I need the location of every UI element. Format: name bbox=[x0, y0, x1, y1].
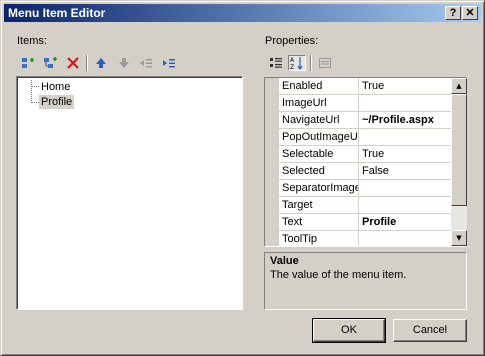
property-name: ImageUrl bbox=[279, 95, 359, 112]
property-row[interactable]: Enabled True bbox=[265, 78, 451, 95]
window-title: Menu Item Editor bbox=[8, 6, 106, 20]
row-margin bbox=[265, 163, 279, 180]
property-value[interactable]: False bbox=[359, 163, 451, 180]
scroll-down-icon: ▼ bbox=[456, 234, 462, 242]
svg-text:A: A bbox=[290, 57, 295, 64]
property-value[interactable]: True bbox=[359, 78, 451, 95]
row-margin bbox=[265, 231, 279, 246]
add-root-item-icon bbox=[22, 58, 34, 68]
row-margin bbox=[265, 146, 279, 163]
help-button[interactable]: ? bbox=[445, 6, 461, 20]
items-label: Items: bbox=[17, 35, 47, 47]
scroll-up-button[interactable]: ▲ bbox=[451, 78, 467, 94]
ok-button[interactable]: OK bbox=[312, 318, 386, 343]
alphabetical-button[interactable]: AZ bbox=[288, 55, 306, 71]
properties-toolbar: AZ bbox=[264, 52, 467, 74]
property-name: Text bbox=[279, 214, 359, 231]
property-name: Selectable bbox=[279, 146, 359, 163]
property-value[interactable] bbox=[359, 180, 451, 197]
property-name: ToolTip bbox=[279, 231, 359, 246]
tree-connector bbox=[31, 80, 32, 103]
add-child-item-button[interactable] bbox=[41, 55, 59, 71]
close-icon: ✕ bbox=[465, 7, 475, 19]
cancel-button[interactable]: Cancel bbox=[393, 319, 467, 342]
property-value[interactable] bbox=[359, 129, 451, 146]
property-row[interactable]: ToolTip bbox=[265, 231, 451, 246]
property-row[interactable]: Target bbox=[265, 197, 451, 214]
property-pages-icon bbox=[319, 58, 331, 68]
tree-item-profile[interactable]: Profile bbox=[39, 95, 75, 109]
property-name: PopOutImageUrl bbox=[279, 129, 359, 146]
move-down-button[interactable] bbox=[115, 55, 133, 71]
property-name: SeparatorImageUrl bbox=[279, 180, 359, 197]
tree-item-home[interactable]: Home bbox=[39, 80, 72, 94]
row-margin bbox=[265, 95, 279, 112]
property-name: Target bbox=[279, 197, 359, 214]
property-value[interactable]: ~/Profile.aspx bbox=[359, 112, 451, 129]
scroll-down-button[interactable]: ▼ bbox=[451, 230, 467, 246]
tree-connector bbox=[31, 102, 39, 103]
add-root-item-button[interactable] bbox=[19, 55, 37, 71]
categorized-button[interactable] bbox=[267, 55, 285, 71]
property-grid: Enabled True ImageUrl NavigateUrl ~/Profile.… bbox=[264, 77, 467, 247]
move-down-icon bbox=[119, 58, 129, 68]
property-value[interactable] bbox=[359, 95, 451, 112]
property-name: Selected bbox=[279, 163, 359, 180]
indent-button[interactable] bbox=[160, 55, 178, 71]
delete-item-icon bbox=[67, 57, 79, 69]
properties-label: Properties: bbox=[265, 35, 319, 47]
property-name: Enabled bbox=[279, 78, 359, 95]
property-value[interactable]: True bbox=[359, 146, 451, 163]
property-row[interactable]: PopOutImageUrl bbox=[265, 129, 451, 146]
row-margin bbox=[265, 78, 279, 95]
outdent-icon bbox=[140, 59, 152, 68]
toolbar-separator bbox=[86, 55, 88, 71]
items-tree[interactable]: Home Profile bbox=[16, 76, 243, 310]
add-child-item-icon bbox=[44, 57, 57, 68]
indent-icon bbox=[163, 59, 175, 68]
row-margin bbox=[265, 197, 279, 214]
move-up-icon bbox=[96, 58, 106, 68]
close-button[interactable]: ✕ bbox=[462, 6, 478, 20]
row-margin bbox=[265, 112, 279, 129]
property-description: Value The value of the menu item. bbox=[264, 252, 467, 310]
categorized-icon bbox=[270, 58, 282, 68]
row-margin bbox=[265, 214, 279, 231]
items-toolbar bbox=[16, 52, 243, 74]
property-row[interactable]: NavigateUrl ~/Profile.aspx bbox=[265, 112, 451, 129]
toolbar-separator bbox=[310, 55, 312, 71]
property-row[interactable]: Selectable True bbox=[265, 146, 451, 163]
property-value[interactable] bbox=[359, 231, 451, 246]
property-pages-button[interactable] bbox=[316, 55, 334, 71]
outdent-button[interactable] bbox=[137, 55, 155, 71]
tree-connector bbox=[31, 86, 39, 87]
property-row[interactable]: Selected False bbox=[265, 163, 451, 180]
row-margin bbox=[265, 129, 279, 146]
alphabetical-icon: AZ bbox=[290, 57, 303, 70]
row-margin bbox=[265, 180, 279, 197]
description-text: The value of the menu item. bbox=[270, 269, 407, 281]
property-row[interactable]: Text Profile bbox=[265, 214, 451, 231]
scroll-up-icon: ▲ bbox=[456, 82, 462, 90]
property-value[interactable] bbox=[359, 197, 451, 214]
property-value[interactable]: Profile bbox=[359, 214, 451, 231]
property-row[interactable]: SeparatorImageUrl bbox=[265, 180, 451, 197]
menu-item-editor-dialog: Menu Item Editor ? ✕ Items: Home Profile… bbox=[0, 0, 485, 356]
description-title: Value bbox=[270, 255, 299, 267]
property-grid-scrollbar[interactable]: ▲ ▼ bbox=[451, 78, 467, 246]
move-up-button[interactable] bbox=[92, 55, 110, 71]
property-name: NavigateUrl bbox=[279, 112, 359, 129]
delete-item-button[interactable] bbox=[64, 55, 82, 71]
property-row[interactable]: ImageUrl bbox=[265, 95, 451, 112]
svg-text:Z: Z bbox=[290, 64, 294, 70]
title-bar: Menu Item Editor ? ✕ bbox=[4, 4, 481, 22]
scroll-thumb[interactable] bbox=[451, 94, 467, 206]
help-icon: ? bbox=[449, 7, 457, 19]
